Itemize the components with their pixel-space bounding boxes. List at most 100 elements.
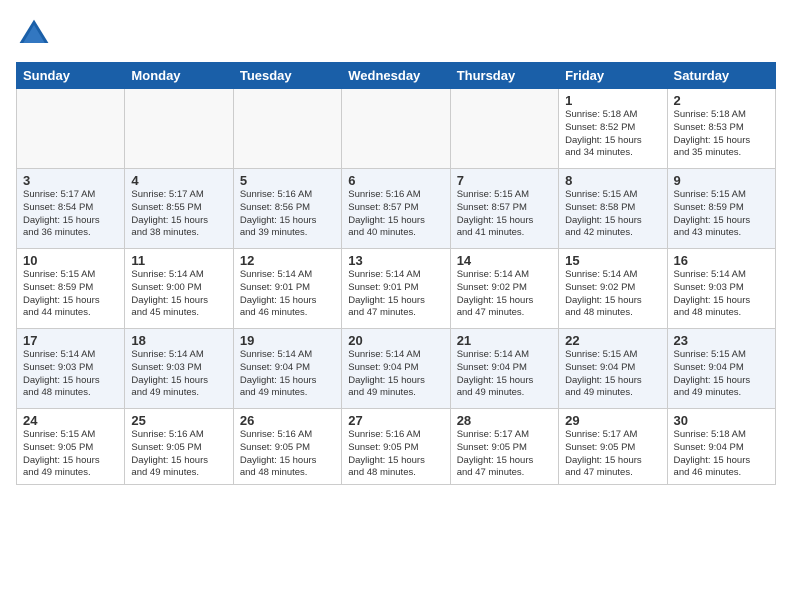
day-number: 7 — [457, 173, 552, 188]
day-info: Sunrise: 5:17 AMSunset: 9:05 PMDaylight:… — [457, 429, 552, 480]
day-info: Sunrise: 5:14 AMSunset: 9:03 PMDaylight:… — [23, 349, 118, 400]
calendar-cell: 26Sunrise: 5:16 AMSunset: 9:05 PMDayligh… — [233, 409, 341, 485]
day-number: 1 — [565, 93, 660, 108]
day-number: 28 — [457, 413, 552, 428]
day-info: Sunrise: 5:14 AMSunset: 9:01 PMDaylight:… — [348, 269, 443, 320]
calendar-cell: 21Sunrise: 5:14 AMSunset: 9:04 PMDayligh… — [450, 329, 558, 409]
calendar-cell: 7Sunrise: 5:15 AMSunset: 8:57 PMDaylight… — [450, 169, 558, 249]
day-info: Sunrise: 5:14 AMSunset: 9:03 PMDaylight:… — [674, 269, 769, 320]
day-number: 23 — [674, 333, 769, 348]
day-number: 21 — [457, 333, 552, 348]
day-info: Sunrise: 5:18 AMSunset: 8:52 PMDaylight:… — [565, 109, 660, 160]
day-number: 29 — [565, 413, 660, 428]
calendar-week-row: 17Sunrise: 5:14 AMSunset: 9:03 PMDayligh… — [17, 329, 776, 409]
calendar-weekday-header: Friday — [559, 63, 667, 89]
calendar-cell: 25Sunrise: 5:16 AMSunset: 9:05 PMDayligh… — [125, 409, 233, 485]
day-number: 10 — [23, 253, 118, 268]
day-number: 22 — [565, 333, 660, 348]
calendar-cell: 14Sunrise: 5:14 AMSunset: 9:02 PMDayligh… — [450, 249, 558, 329]
calendar-cell: 3Sunrise: 5:17 AMSunset: 8:54 PMDaylight… — [17, 169, 125, 249]
logo-icon — [16, 16, 52, 52]
calendar-weekday-header: Saturday — [667, 63, 775, 89]
calendar-cell: 27Sunrise: 5:16 AMSunset: 9:05 PMDayligh… — [342, 409, 450, 485]
day-number: 20 — [348, 333, 443, 348]
calendar-cell: 11Sunrise: 5:14 AMSunset: 9:00 PMDayligh… — [125, 249, 233, 329]
day-number: 16 — [674, 253, 769, 268]
day-number: 24 — [23, 413, 118, 428]
day-number: 5 — [240, 173, 335, 188]
calendar-cell: 1Sunrise: 5:18 AMSunset: 8:52 PMDaylight… — [559, 89, 667, 169]
day-info: Sunrise: 5:14 AMSunset: 9:01 PMDaylight:… — [240, 269, 335, 320]
calendar-cell: 6Sunrise: 5:16 AMSunset: 8:57 PMDaylight… — [342, 169, 450, 249]
calendar-cell: 24Sunrise: 5:15 AMSunset: 9:05 PMDayligh… — [17, 409, 125, 485]
calendar-week-row: 10Sunrise: 5:15 AMSunset: 8:59 PMDayligh… — [17, 249, 776, 329]
day-info: Sunrise: 5:15 AMSunset: 8:58 PMDaylight:… — [565, 189, 660, 240]
day-number: 15 — [565, 253, 660, 268]
calendar-weekday-header: Thursday — [450, 63, 558, 89]
day-info: Sunrise: 5:15 AMSunset: 9:04 PMDaylight:… — [565, 349, 660, 400]
calendar-week-row: 24Sunrise: 5:15 AMSunset: 9:05 PMDayligh… — [17, 409, 776, 485]
calendar-cell: 15Sunrise: 5:14 AMSunset: 9:02 PMDayligh… — [559, 249, 667, 329]
day-number: 11 — [131, 253, 226, 268]
day-info: Sunrise: 5:15 AMSunset: 8:57 PMDaylight:… — [457, 189, 552, 240]
calendar-cell — [450, 89, 558, 169]
calendar-weekday-header: Monday — [125, 63, 233, 89]
day-info: Sunrise: 5:16 AMSunset: 9:05 PMDaylight:… — [240, 429, 335, 480]
calendar-cell — [17, 89, 125, 169]
calendar-weekday-header: Sunday — [17, 63, 125, 89]
calendar-cell: 2Sunrise: 5:18 AMSunset: 8:53 PMDaylight… — [667, 89, 775, 169]
day-number: 8 — [565, 173, 660, 188]
day-info: Sunrise: 5:14 AMSunset: 9:04 PMDaylight:… — [457, 349, 552, 400]
day-info: Sunrise: 5:17 AMSunset: 8:55 PMDaylight:… — [131, 189, 226, 240]
day-number: 27 — [348, 413, 443, 428]
day-info: Sunrise: 5:16 AMSunset: 8:56 PMDaylight:… — [240, 189, 335, 240]
calendar-cell: 9Sunrise: 5:15 AMSunset: 8:59 PMDaylight… — [667, 169, 775, 249]
day-number: 18 — [131, 333, 226, 348]
day-info: Sunrise: 5:18 AMSunset: 9:04 PMDaylight:… — [674, 429, 769, 480]
calendar-header-row: SundayMondayTuesdayWednesdayThursdayFrid… — [17, 63, 776, 89]
day-number: 30 — [674, 413, 769, 428]
calendar-cell — [342, 89, 450, 169]
day-info: Sunrise: 5:14 AMSunset: 9:00 PMDaylight:… — [131, 269, 226, 320]
day-info: Sunrise: 5:15 AMSunset: 9:05 PMDaylight:… — [23, 429, 118, 480]
day-number: 17 — [23, 333, 118, 348]
day-number: 9 — [674, 173, 769, 188]
day-info: Sunrise: 5:14 AMSunset: 9:04 PMDaylight:… — [348, 349, 443, 400]
calendar-cell — [125, 89, 233, 169]
calendar-cell: 17Sunrise: 5:14 AMSunset: 9:03 PMDayligh… — [17, 329, 125, 409]
logo — [16, 16, 58, 52]
day-number: 4 — [131, 173, 226, 188]
calendar-cell: 28Sunrise: 5:17 AMSunset: 9:05 PMDayligh… — [450, 409, 558, 485]
day-number: 14 — [457, 253, 552, 268]
day-number: 2 — [674, 93, 769, 108]
calendar-cell: 4Sunrise: 5:17 AMSunset: 8:55 PMDaylight… — [125, 169, 233, 249]
calendar-cell: 22Sunrise: 5:15 AMSunset: 9:04 PMDayligh… — [559, 329, 667, 409]
day-info: Sunrise: 5:14 AMSunset: 9:02 PMDaylight:… — [457, 269, 552, 320]
calendar-weekday-header: Wednesday — [342, 63, 450, 89]
day-number: 3 — [23, 173, 118, 188]
calendar-table: SundayMondayTuesdayWednesdayThursdayFrid… — [16, 62, 776, 485]
day-info: Sunrise: 5:14 AMSunset: 9:03 PMDaylight:… — [131, 349, 226, 400]
day-info: Sunrise: 5:18 AMSunset: 8:53 PMDaylight:… — [674, 109, 769, 160]
calendar-cell: 30Sunrise: 5:18 AMSunset: 9:04 PMDayligh… — [667, 409, 775, 485]
calendar-cell: 13Sunrise: 5:14 AMSunset: 9:01 PMDayligh… — [342, 249, 450, 329]
day-info: Sunrise: 5:15 AMSunset: 9:04 PMDaylight:… — [674, 349, 769, 400]
calendar-week-row: 1Sunrise: 5:18 AMSunset: 8:52 PMDaylight… — [17, 89, 776, 169]
day-number: 25 — [131, 413, 226, 428]
calendar-cell: 8Sunrise: 5:15 AMSunset: 8:58 PMDaylight… — [559, 169, 667, 249]
page-header — [16, 16, 776, 52]
calendar-cell: 16Sunrise: 5:14 AMSunset: 9:03 PMDayligh… — [667, 249, 775, 329]
day-info: Sunrise: 5:16 AMSunset: 8:57 PMDaylight:… — [348, 189, 443, 240]
calendar-cell: 12Sunrise: 5:14 AMSunset: 9:01 PMDayligh… — [233, 249, 341, 329]
day-info: Sunrise: 5:15 AMSunset: 8:59 PMDaylight:… — [674, 189, 769, 240]
day-info: Sunrise: 5:17 AMSunset: 9:05 PMDaylight:… — [565, 429, 660, 480]
day-number: 13 — [348, 253, 443, 268]
day-info: Sunrise: 5:16 AMSunset: 9:05 PMDaylight:… — [131, 429, 226, 480]
day-info: Sunrise: 5:14 AMSunset: 9:04 PMDaylight:… — [240, 349, 335, 400]
calendar-cell — [233, 89, 341, 169]
day-info: Sunrise: 5:15 AMSunset: 8:59 PMDaylight:… — [23, 269, 118, 320]
day-number: 12 — [240, 253, 335, 268]
calendar-cell: 5Sunrise: 5:16 AMSunset: 8:56 PMDaylight… — [233, 169, 341, 249]
day-info: Sunrise: 5:16 AMSunset: 9:05 PMDaylight:… — [348, 429, 443, 480]
calendar-cell: 18Sunrise: 5:14 AMSunset: 9:03 PMDayligh… — [125, 329, 233, 409]
